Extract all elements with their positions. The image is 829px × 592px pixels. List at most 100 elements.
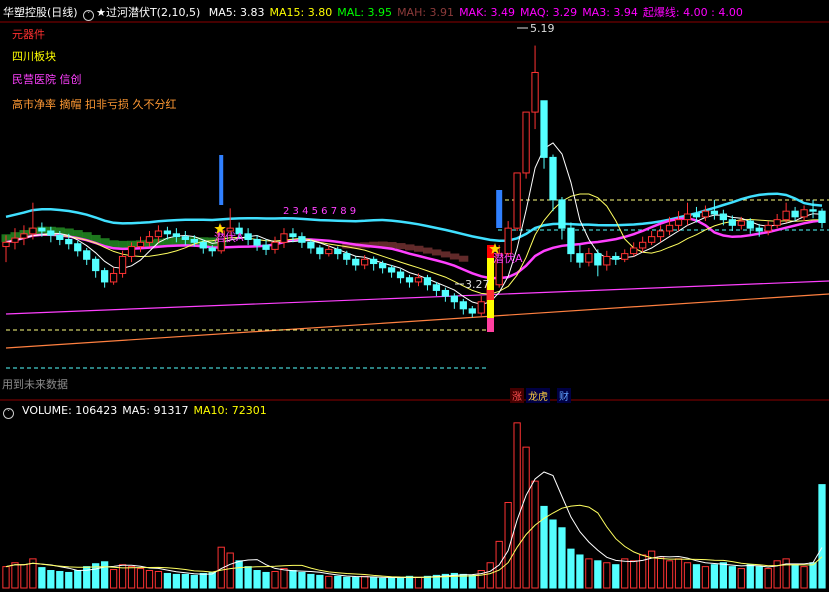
volume-bar: [127, 566, 136, 589]
volume-bar: [710, 564, 719, 589]
volume-settings-icon[interactable]: ˅: [3, 408, 14, 419]
candle-body: [361, 258, 369, 266]
candle-body: [674, 219, 683, 226]
header-item-value: 3.91: [426, 6, 455, 19]
candle-body: [307, 241, 315, 249]
candle-body: [809, 209, 817, 212]
candle-body: [405, 277, 414, 283]
volume-bar: [504, 502, 512, 589]
candle-body: [396, 271, 405, 279]
trend-line-magenta: [5, 280, 829, 315]
concept-tag-components[interactable]: 元器件: [12, 26, 45, 42]
stock-name[interactable]: 华塑控股: [3, 6, 47, 19]
price-header: 华塑控股(日线) ˅ ★过河潜伏T(2,10,5) MA5: 3.83 MA15: …: [3, 4, 743, 21]
volume-bar: [280, 568, 288, 589]
header-item-value: 3.95: [364, 6, 393, 19]
header-item-label: MA5:: [208, 6, 237, 19]
volume-bar: [603, 562, 611, 589]
candle-body: [11, 237, 19, 243]
candle-body: [38, 227, 46, 232]
candle-body: [127, 246, 136, 257]
volume-bar: [585, 558, 593, 589]
volume-bar: [612, 564, 620, 589]
candle-body: [665, 224, 674, 232]
volume-bar: [414, 576, 423, 589]
volume-bar: [334, 575, 342, 589]
volume-bar: [405, 575, 414, 589]
volume-bar: [343, 576, 351, 589]
header-item-3: MAH: 3.91: [397, 6, 454, 19]
volume-bar: [163, 572, 172, 589]
candle-body: [755, 227, 763, 232]
volume-bar: [665, 560, 674, 589]
candle-body: [145, 236, 154, 243]
volume-item-label: MA10:: [193, 404, 229, 417]
header-item-label: MAK:: [459, 6, 487, 19]
candle-body: [370, 258, 378, 265]
candle-body: [737, 220, 745, 226]
chart-canvas: 5.193.27潜伏A潜伏A2 3 4 5 6 7 8 9: [0, 21, 829, 589]
header-item-label: MA15:: [269, 6, 305, 19]
volume-bar: [513, 422, 521, 589]
candle-body: [56, 234, 64, 240]
header-item-5: MAQ: 3.29: [520, 6, 577, 19]
candle-body: [83, 250, 91, 260]
volume-bar: [576, 554, 584, 589]
low-price-label: 3.27: [465, 278, 490, 291]
volume-bar: [190, 574, 198, 589]
concept-tag-finance[interactable]: 高市净率 摘帽 扣非亏损 久不分红: [12, 96, 177, 112]
candle-body: [683, 213, 692, 221]
concept-tag-sichuan[interactable]: 四川板块: [12, 48, 56, 64]
band-segment: [422, 247, 433, 254]
period-label[interactable]: (日线): [47, 6, 78, 19]
volume-bar: [746, 564, 754, 589]
candle-body: [136, 241, 145, 248]
header-item-6: MA3: 3.94: [582, 6, 638, 19]
volume-item-2: MA10: 72301: [194, 404, 267, 417]
candle-body: [262, 244, 270, 250]
concept-tag-hospital[interactable]: 民营医院 信创: [12, 71, 82, 87]
volume-bar: [38, 567, 46, 589]
indicator-name[interactable]: ★过河潜伏T(2,10,5): [96, 6, 200, 19]
candle-body: [414, 277, 423, 283]
volume-bar: [549, 519, 557, 589]
volume-bar: [522, 446, 530, 589]
header-item-label: 起爆线:: [642, 6, 680, 19]
volume-bar: [262, 571, 270, 589]
candle-body: [549, 156, 557, 201]
volume-bar: [737, 568, 745, 589]
candle-body: [621, 253, 629, 260]
band-segment: [414, 245, 424, 252]
candle-body: [244, 233, 252, 240]
candle-body: [459, 301, 467, 310]
volume-bar: [136, 568, 145, 589]
band-segment: [449, 253, 460, 260]
volume-item-label: MA5:: [122, 404, 151, 417]
candle-body: [773, 219, 781, 226]
count-marks: 2 3 4 5 6 7 8 9: [283, 206, 356, 217]
volume-bar: [253, 570, 261, 589]
volume-item-1: MA5: 91317: [122, 404, 188, 417]
volume-bar: [387, 577, 396, 589]
high-price-label: 5.19: [530, 22, 555, 35]
candle-body: [199, 241, 207, 249]
candle-body: [65, 238, 73, 245]
settings-circle-icon[interactable]: ˅: [83, 10, 95, 21]
candle-body: [29, 227, 37, 235]
badge-zhang[interactable]: 涨: [510, 388, 524, 403]
badge-cai[interactable]: 财: [557, 388, 571, 403]
band-segment: [431, 249, 442, 256]
candle-body: [576, 253, 584, 263]
candle-body: [603, 255, 611, 266]
volume-bar: [692, 564, 701, 589]
volume-bar: [244, 566, 252, 589]
candle-body: [109, 272, 118, 283]
signal-bar-blue: [219, 155, 224, 205]
candle-body: [100, 270, 109, 283]
volume-bar: [378, 577, 387, 589]
volume-bar: [423, 575, 432, 589]
candle-body: [710, 210, 719, 215]
badge-longhu[interactable]: 龙虎: [526, 388, 550, 403]
header-item-value: 3.80: [304, 6, 333, 19]
volume-bar: [683, 562, 692, 589]
